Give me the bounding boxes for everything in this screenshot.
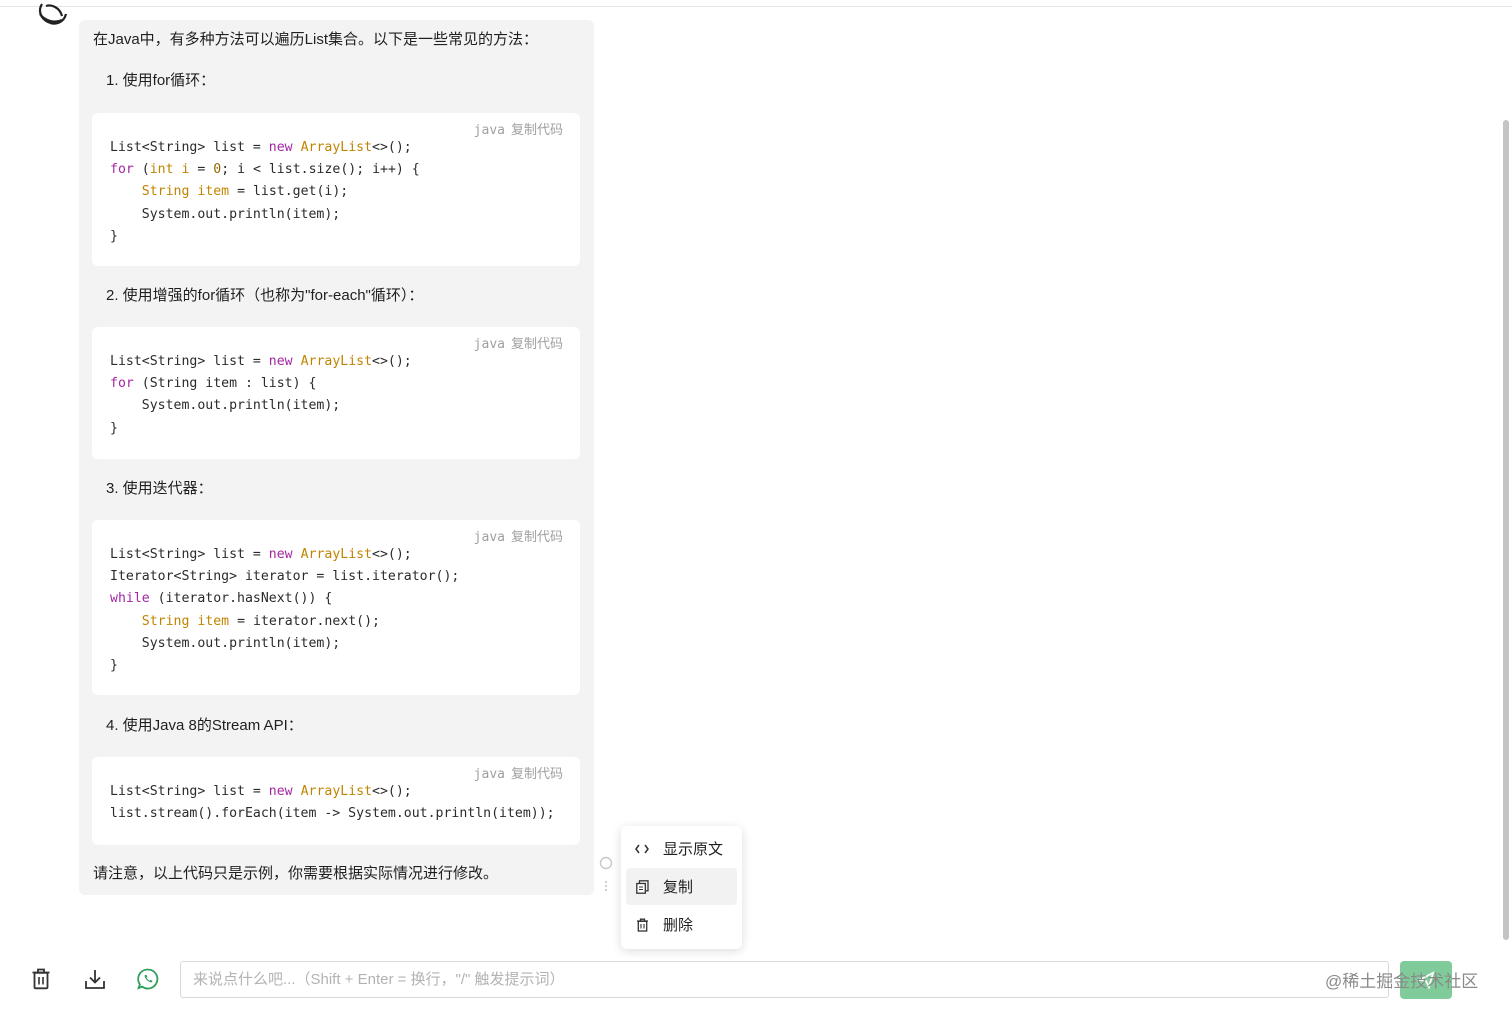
copy-code-button[interactable]: 复制代码: [511, 530, 563, 545]
message-side-actions: [599, 856, 613, 892]
code-language: java: [473, 530, 505, 545]
code-content: List<String> list = new ArrayList<>(); li…: [110, 784, 555, 822]
step-heading-2: 2. 使用增强的for循环（也称为"for-each"循环）：: [106, 287, 424, 304]
copy-code-button[interactable]: 复制代码: [511, 767, 563, 782]
scrollbar[interactable]: [1503, 120, 1509, 940]
share-button[interactable]: [135, 966, 161, 992]
watermark: @稀土掘金技术社区: [1325, 972, 1479, 991]
code-block-header: java 复制代码: [474, 526, 563, 545]
menu-item-delete[interactable]: 删除: [626, 906, 737, 943]
code-block-2: java 复制代码 List<String> list = new ArrayLi…: [92, 327, 580, 459]
code-language: java: [473, 337, 505, 352]
copy-code-button[interactable]: 复制代码: [511, 337, 563, 352]
code-language: java: [473, 123, 505, 138]
message-context-menu: 显示原文 复制 删除: [621, 826, 742, 949]
code-icon: [634, 841, 650, 857]
code-language: java: [473, 767, 505, 782]
assistant-logo-icon: [38, 3, 68, 25]
whatsapp-icon: [137, 968, 159, 990]
more-icon[interactable]: [604, 880, 608, 892]
download-icon: [85, 970, 105, 989]
menu-item-label: 复制: [663, 879, 694, 896]
message-intro: 在Java中，有多种方法可以遍历List集合。以下是一些常见的方法：: [93, 31, 539, 48]
code-content: List<String> list = new ArrayList<>(); It…: [110, 547, 460, 674]
top-divider: [0, 6, 1512, 7]
code-content: List<String> list = new ArrayList<>(); fo…: [110, 354, 412, 436]
export-chat-button[interactable]: [82, 966, 108, 992]
menu-item-copy[interactable]: 复制: [626, 868, 737, 905]
trash-icon: [32, 968, 50, 990]
code-block-4: java 复制代码 List<String> list = new ArrayLi…: [92, 757, 580, 845]
refresh-icon[interactable]: [599, 856, 613, 870]
code-content: List<String> list = new ArrayList<>(); fo…: [110, 140, 420, 244]
chat-input-container: [180, 961, 1389, 998]
code-block-3: java 复制代码 List<String> list = new ArrayLi…: [92, 520, 580, 695]
copy-icon: [634, 879, 650, 895]
chat-input[interactable]: [181, 962, 1388, 997]
menu-item-show-original[interactable]: 显示原文: [626, 830, 737, 867]
trash-icon: [634, 917, 650, 933]
step-heading-3: 3. 使用迭代器：: [106, 480, 213, 497]
code-block-header: java 复制代码: [474, 763, 563, 782]
menu-item-label: 显示原文: [663, 841, 724, 858]
step-heading-1: 1. 使用for循环：: [106, 72, 216, 89]
clear-chat-button[interactable]: [28, 966, 54, 992]
code-block-header: java 复制代码: [474, 333, 563, 352]
message-outro: 请注意，以上代码只是示例，你需要根据实际情况进行修改。: [93, 865, 499, 882]
code-block-header: java 复制代码: [474, 119, 563, 138]
copy-code-button[interactable]: 复制代码: [511, 123, 563, 138]
step-heading-4: 4. 使用Java 8的Stream API：: [106, 717, 303, 734]
menu-item-label: 删除: [663, 917, 694, 934]
code-block-1: java 复制代码 List<String> list = new ArrayLi…: [92, 113, 580, 266]
